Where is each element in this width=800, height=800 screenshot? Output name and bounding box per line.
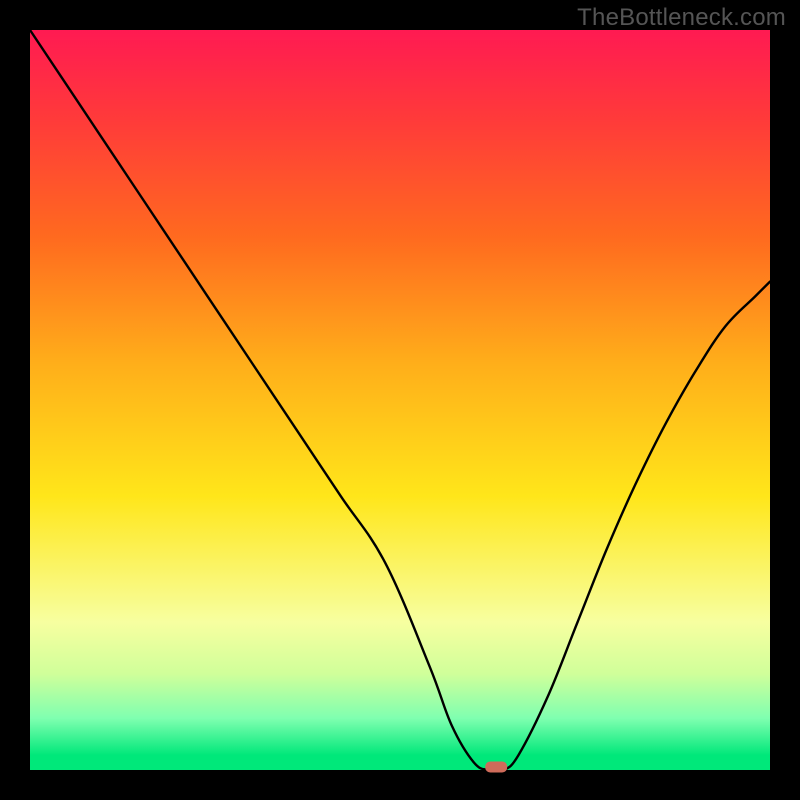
optimal-marker: [485, 762, 507, 773]
curve-layer: [30, 30, 770, 770]
bottleneck-curve: [30, 30, 770, 772]
plot-area: [30, 30, 770, 770]
chart-container: { "watermark": "TheBottleneck.com", "cha…: [0, 0, 800, 800]
watermark-text: TheBottleneck.com: [577, 4, 786, 32]
